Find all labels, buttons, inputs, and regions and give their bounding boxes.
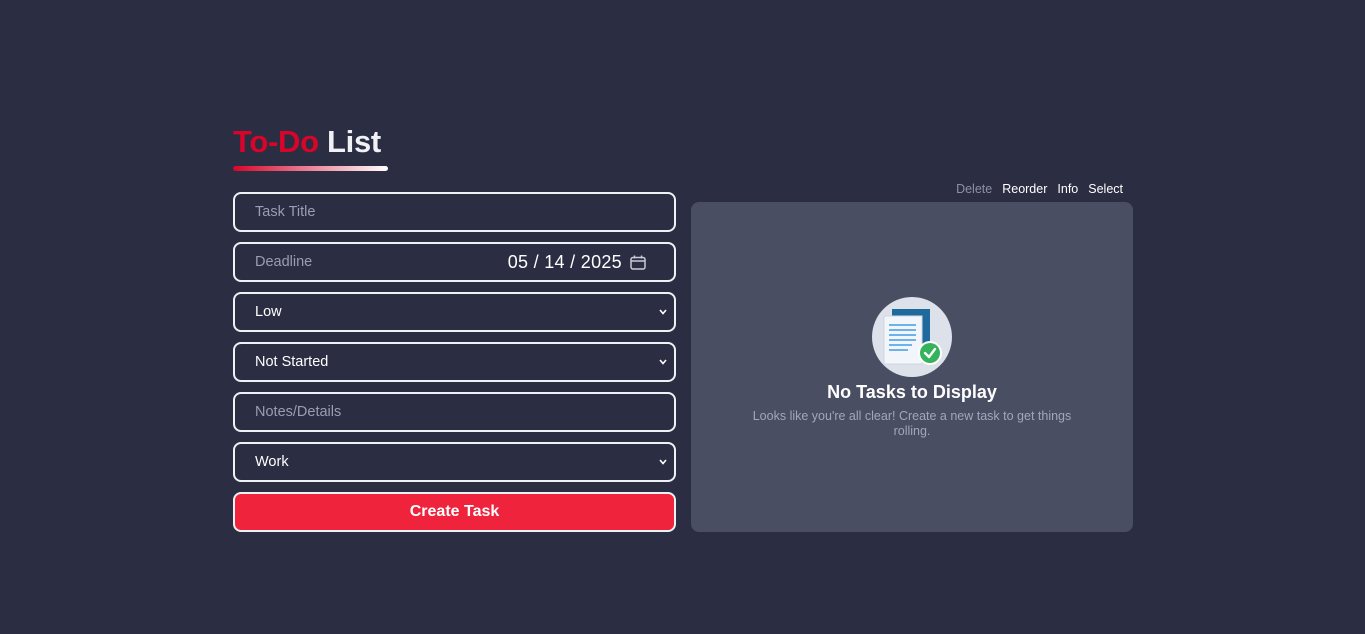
- task-title-placeholder: Task Title: [255, 204, 316, 220]
- deadline-date-value[interactable]: 05 / 14 / 2025: [508, 252, 622, 273]
- deadline-input[interactable]: Deadline 05 / 14 / 2025: [233, 242, 676, 282]
- notes-input[interactable]: Notes/Details: [233, 392, 676, 432]
- chevron-down-icon: [659, 359, 667, 365]
- document-check-icon: [872, 297, 952, 377]
- reorder-button[interactable]: Reorder: [1002, 182, 1047, 196]
- chevron-down-icon: [659, 459, 667, 465]
- title-rest: List: [327, 124, 381, 159]
- calendar-icon[interactable]: [630, 255, 646, 270]
- priority-value: Low: [255, 304, 282, 320]
- page-title: To-Do List: [233, 124, 381, 160]
- info-button[interactable]: Info: [1057, 182, 1078, 196]
- deadline-placeholder: Deadline: [255, 254, 313, 270]
- create-task-button[interactable]: Create Task: [233, 492, 676, 532]
- tasks-panel: No Tasks to Display Looks like you're al…: [691, 202, 1133, 532]
- chevron-down-icon: [659, 309, 667, 315]
- category-select[interactable]: Work: [233, 442, 676, 482]
- task-form: Task Title Deadline 05 / 14 / 2025 Low N…: [233, 192, 676, 532]
- delete-button[interactable]: Delete: [956, 182, 992, 196]
- category-value: Work: [255, 454, 289, 470]
- priority-select[interactable]: Low: [233, 292, 676, 332]
- empty-state-title: No Tasks to Display: [827, 382, 997, 402]
- task-toolbar: Delete Reorder Info Select: [956, 182, 1123, 196]
- status-select[interactable]: Not Started: [233, 342, 676, 382]
- status-value: Not Started: [255, 354, 329, 370]
- notes-placeholder: Notes/Details: [255, 404, 342, 420]
- empty-state-subtitle: Looks like you're all clear! Create a ne…: [752, 409, 1072, 438]
- title-accent: To-Do: [233, 124, 319, 159]
- select-button[interactable]: Select: [1088, 182, 1123, 196]
- title-underline: [233, 166, 388, 171]
- todo-app: To-Do List Task Title Deadline 05 / 14 /…: [0, 0, 1365, 634]
- task-title-input[interactable]: Task Title: [233, 192, 676, 232]
